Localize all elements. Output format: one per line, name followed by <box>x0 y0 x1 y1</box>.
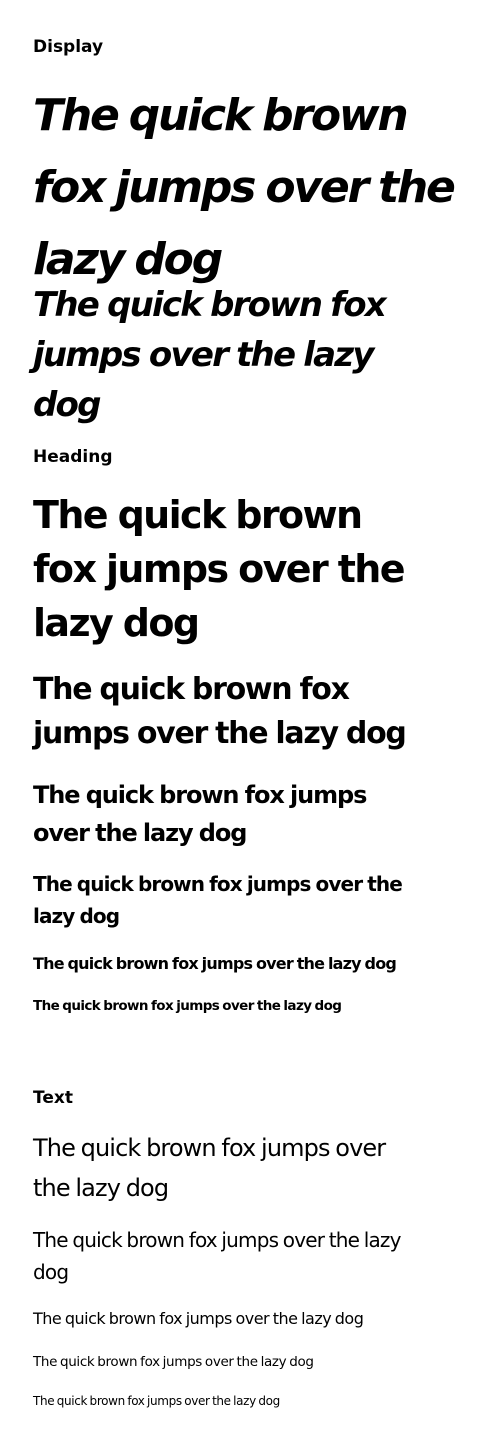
heading-sample-4: The quick brown fox jumps over the lazy … <box>33 872 403 928</box>
text-sample-4: The quick brown fox jumps over the lazy … <box>33 1354 314 1370</box>
heading-sample-5: The quick brown fox jumps over the lazy … <box>33 954 397 973</box>
heading-sample-1: The quick brown fox jumps over the lazy … <box>33 493 406 645</box>
heading-sample-3: The quick brown fox jumps over the lazy … <box>33 781 367 847</box>
text-sample-1: The quick brown fox jumps over the lazy … <box>33 1134 386 1202</box>
text-sample-2: The quick brown fox jumps over the lazy … <box>33 1228 401 1284</box>
display-section-label: Display <box>33 37 104 57</box>
heading-sample-6: The quick brown fox jumps over the lazy … <box>33 998 342 1014</box>
text-section-label: Text <box>33 1088 73 1108</box>
heading-sample-2: The quick brown fox jumps over the lazy … <box>33 672 407 751</box>
heading-section-label: Heading <box>33 447 113 467</box>
display-sample-medium: The quick brown fox jumps over the lazy … <box>33 285 387 425</box>
text-sample-5: The quick brown fox jumps over the lazy … <box>33 1394 280 1408</box>
text-sample-3: The quick brown fox jumps over the lazy … <box>33 1309 364 1328</box>
display-sample-large: The quick brown fox jumps over the lazy … <box>33 90 456 285</box>
typography-specimen-page: Display The quick brown fox jumps over t… <box>0 0 480 1445</box>
